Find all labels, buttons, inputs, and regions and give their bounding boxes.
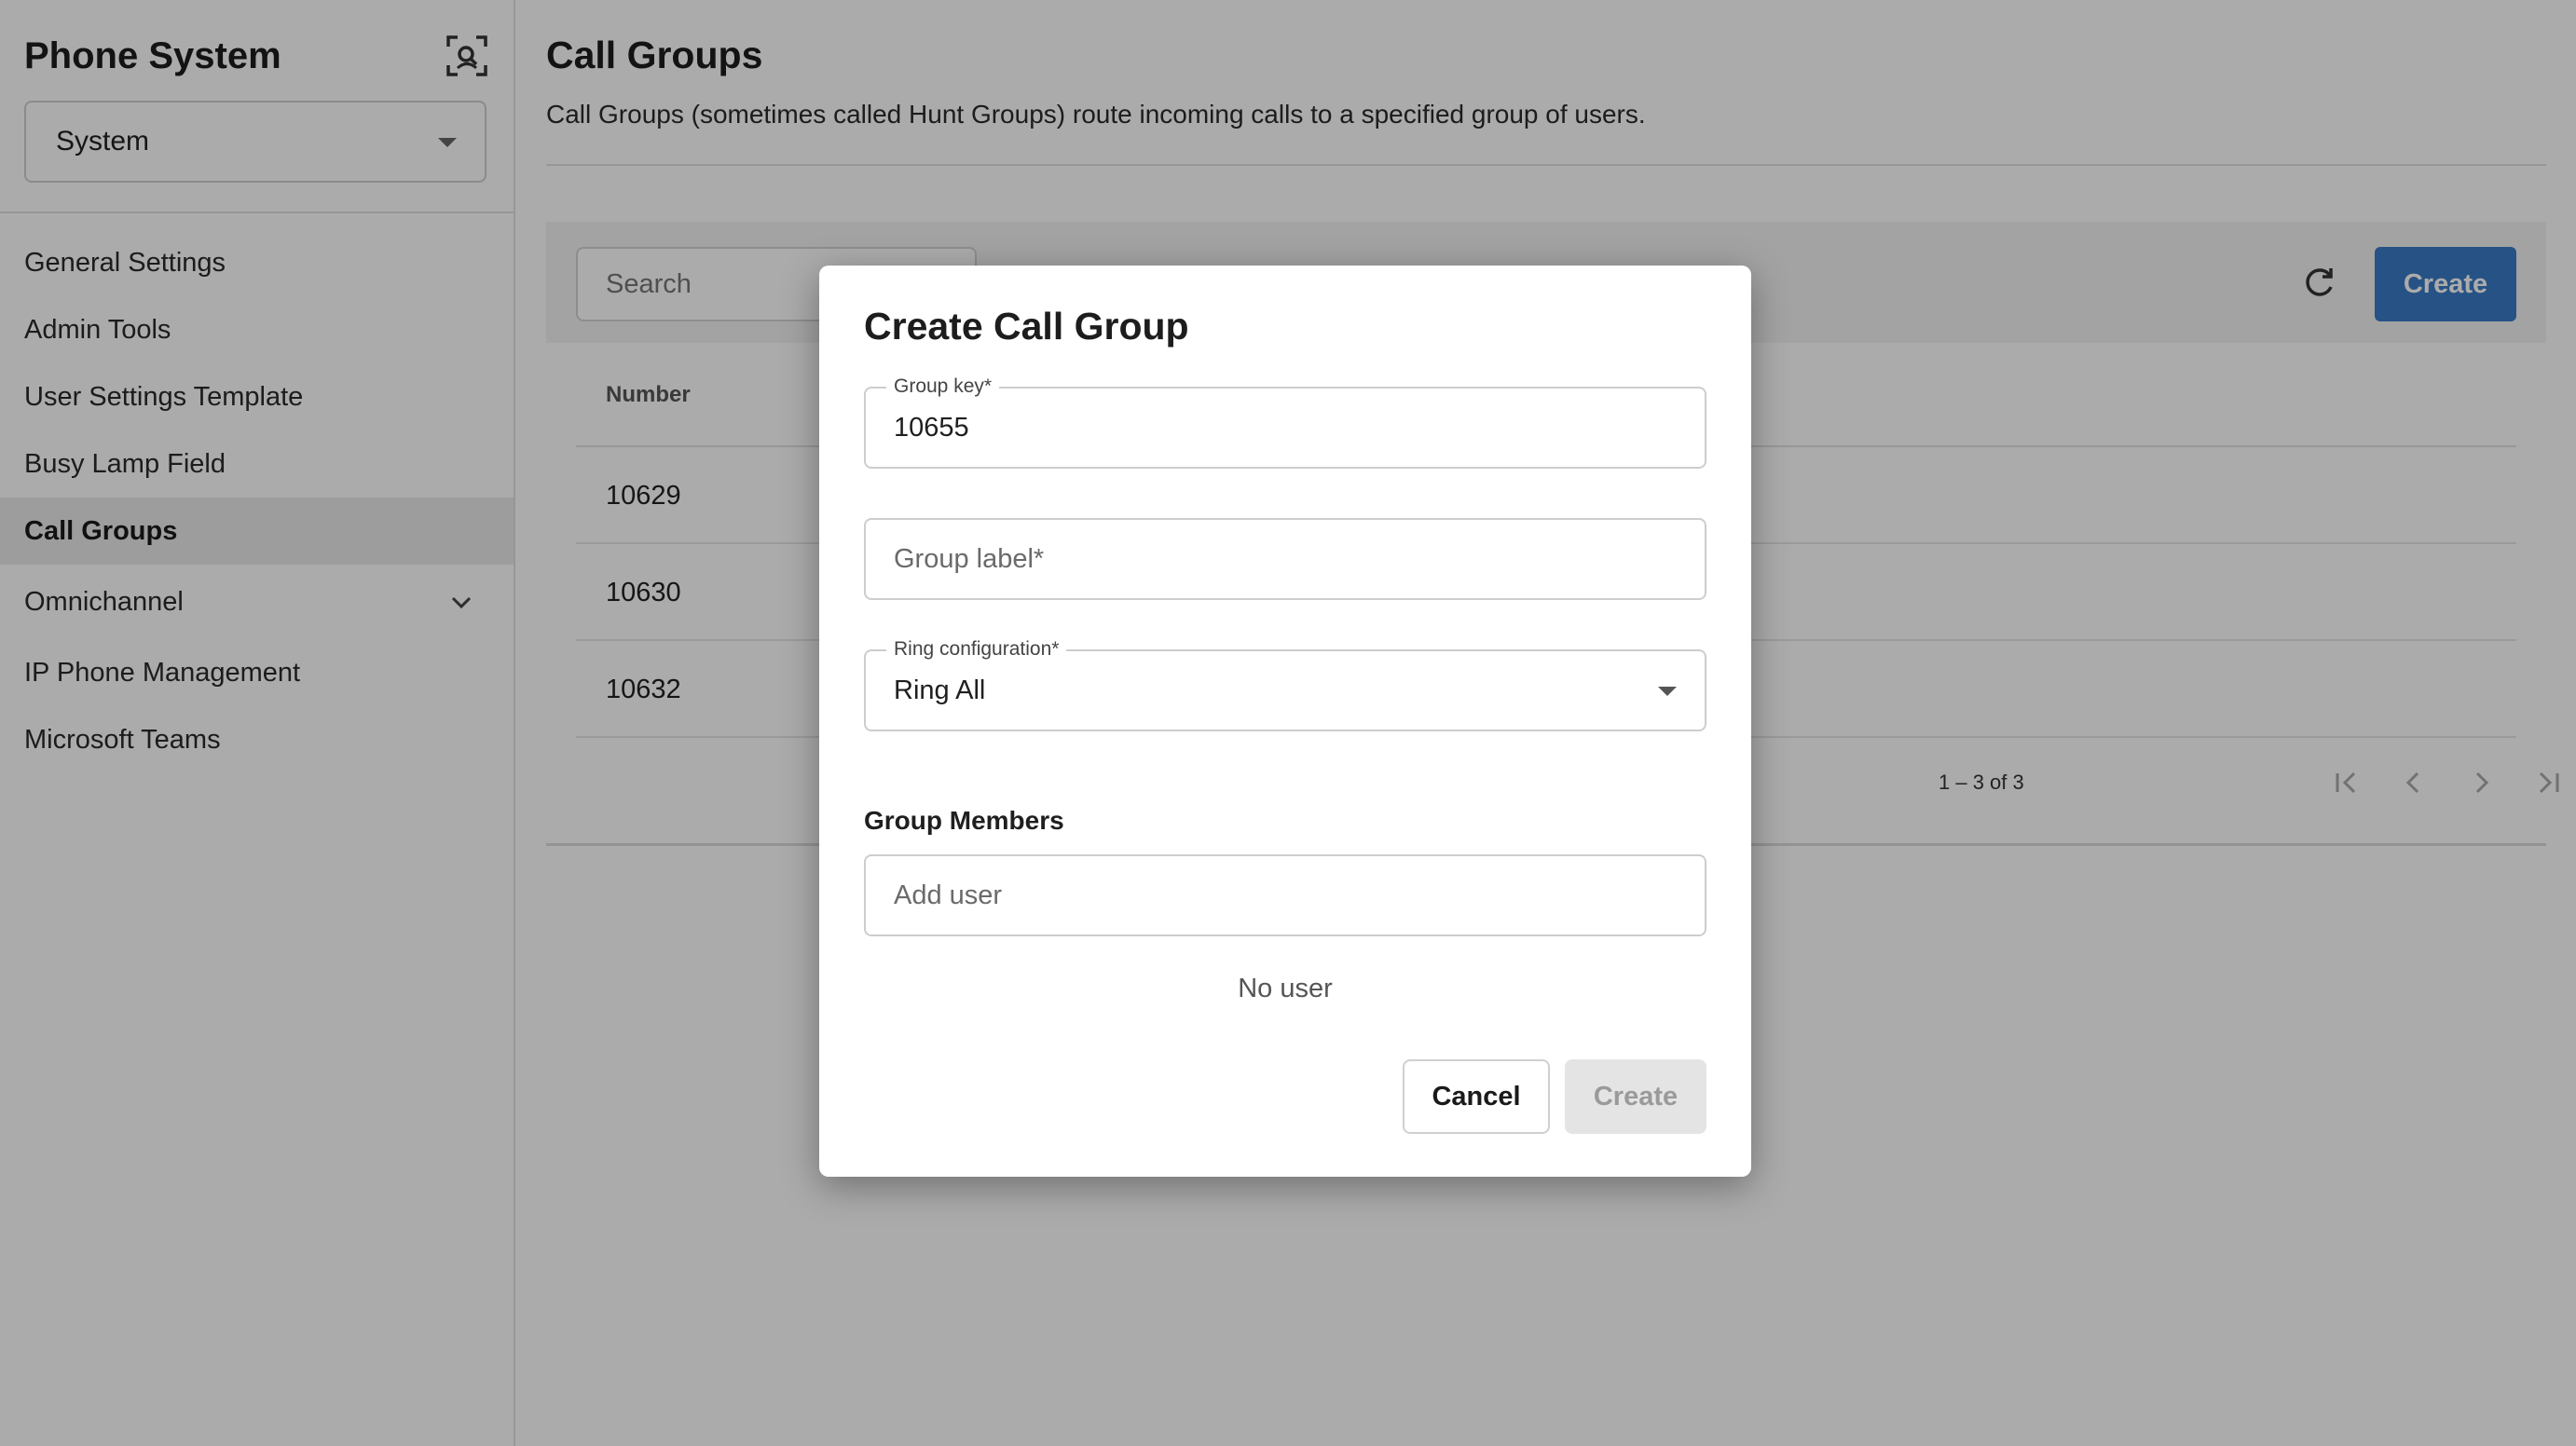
no-user-text: No user	[1238, 974, 1333, 1003]
add-user-input[interactable]: Add user	[864, 854, 1706, 936]
group-label-placeholder: Group label*	[894, 544, 1045, 574]
add-user-placeholder: Add user	[894, 880, 1003, 910]
dialog-create-button[interactable]: Create	[1565, 1059, 1706, 1134]
cancel-button[interactable]: Cancel	[1403, 1059, 1550, 1134]
group-label-field[interactable]: Group label*	[864, 518, 1706, 600]
group-key-value: 10655	[894, 413, 969, 443]
group-key-field[interactable]: Group key* 10655	[864, 375, 1706, 469]
dialog-title: Create Call Group	[864, 305, 1189, 348]
group-members-title: Group Members	[864, 806, 1064, 835]
ring-configuration-value: Ring All	[894, 675, 986, 705]
create-call-group-dialog: Create Call Group Group key* 10655 Group…	[819, 266, 1751, 1177]
ring-configuration-select[interactable]: Ring configuration* Ring All	[864, 638, 1706, 731]
chevron-down-icon	[1658, 687, 1677, 696]
